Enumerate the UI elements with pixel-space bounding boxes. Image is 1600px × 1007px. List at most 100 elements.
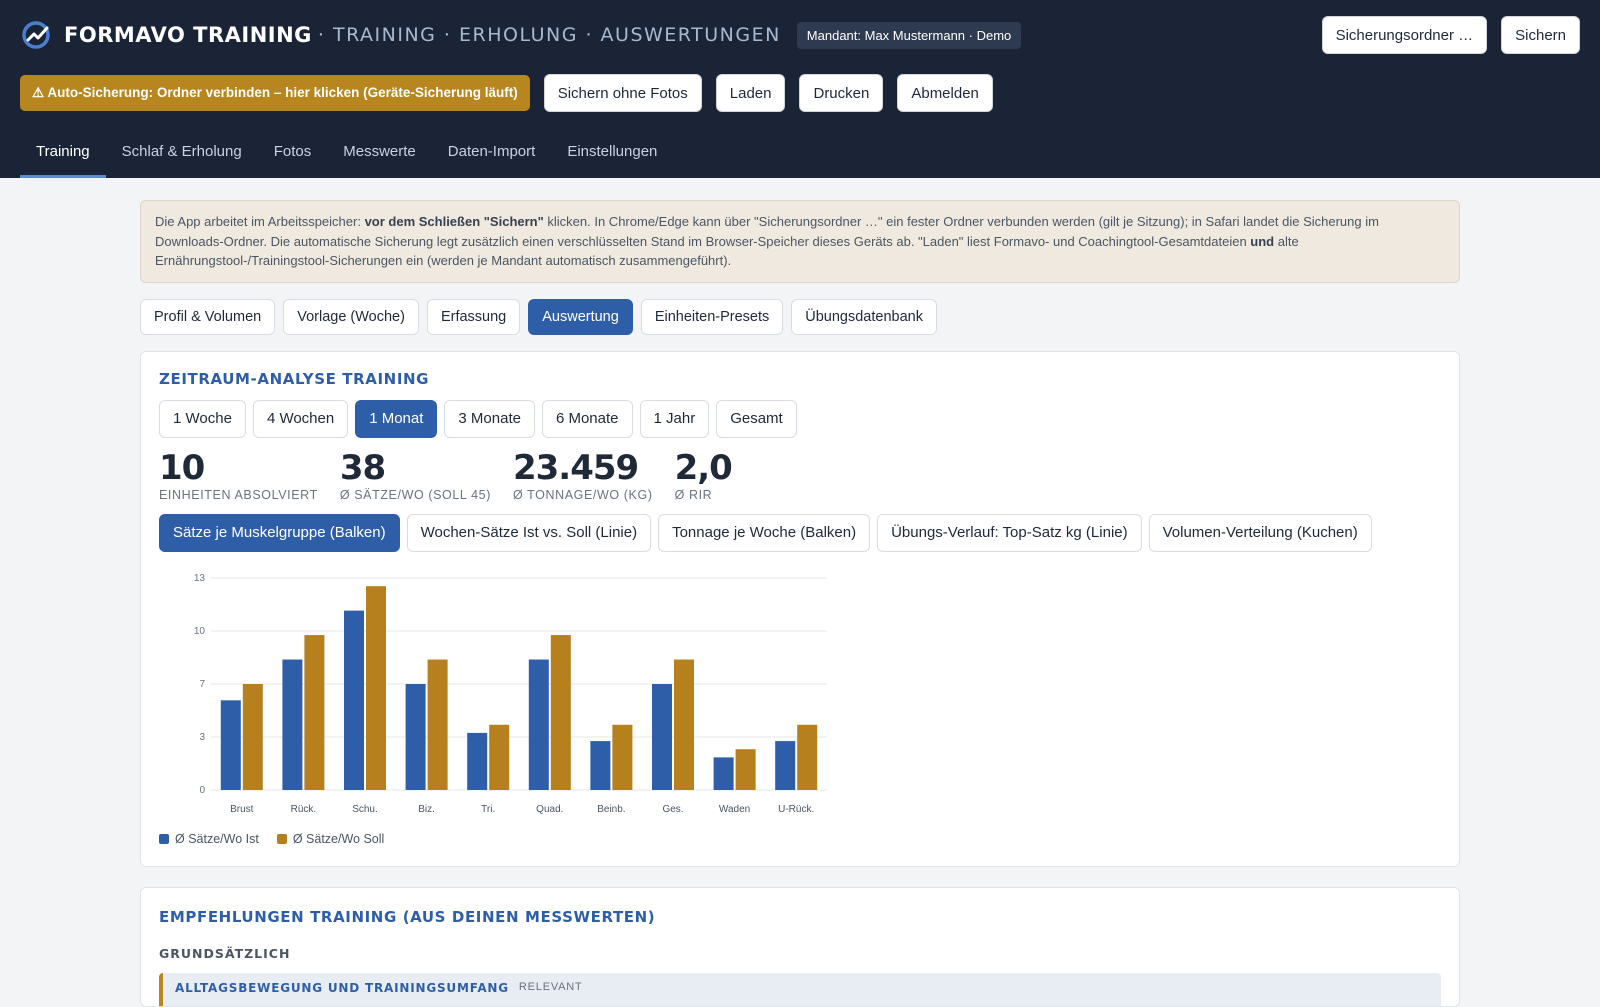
main-content: Die App arbeitet im Arbeitsspeicher: vor…: [140, 200, 1460, 1007]
tab-training[interactable]: Training: [20, 128, 106, 178]
kpi-label: Ø Sätze/Wo (Soll 45): [339, 487, 491, 502]
period-1-week[interactable]: 1 Woche: [159, 399, 246, 438]
y-tick-label: 3: [199, 732, 205, 743]
y-tick-label: 0: [199, 785, 205, 796]
recommendation-item[interactable]: Alltagsbewegung und Trainingsumfang Rele…: [159, 972, 1441, 1006]
chart-type-tabs: Sätze je Muskelgruppe (Balken) Wochen-Sä…: [159, 513, 1441, 552]
logout-button[interactable]: Abmelden: [897, 74, 993, 112]
bar-soll: [489, 724, 510, 790]
subtab-profile-volume[interactable]: Profil & Volumen: [140, 298, 276, 335]
save-button[interactable]: Sichern: [1501, 16, 1580, 54]
brand-subtitle: · TRAINING · ERHOLUNG · AUSWERTUNGEN: [317, 24, 781, 46]
bar-ist: [528, 659, 549, 790]
legend-item-ist: Ø Sätze/Wo Ist: [159, 832, 259, 846]
y-tick-label: 10: [194, 626, 206, 637]
bar-ist: [775, 740, 796, 790]
kpi-value: 10: [159, 447, 205, 488]
x-tick-label: Brust: [230, 804, 254, 815]
period-1-year[interactable]: 1 Jahr: [639, 399, 710, 438]
tab-photos[interactable]: Fotos: [258, 128, 328, 178]
y-tick-label: 13: [194, 573, 206, 584]
logo-icon: [22, 21, 50, 49]
chart-tab-tonnage[interactable]: Tonnage je Woche (Balken): [658, 513, 871, 552]
chart-legend: Ø Sätze/Wo Ist Ø Sätze/Wo Soll: [159, 832, 1441, 846]
subtab-template-week[interactable]: Vorlage (Woche): [283, 298, 419, 335]
x-tick-label: Schu.: [352, 804, 378, 815]
period-4-weeks[interactable]: 4 Wochen: [252, 399, 349, 438]
recommendations-section-heading: Grundsätzlich: [159, 945, 291, 961]
subtab-unit-presets[interactable]: Einheiten-Presets: [640, 298, 784, 335]
bar-soll: [797, 724, 818, 790]
bar-ist: [590, 740, 611, 790]
save-without-photos-button[interactable]: Sichern ohne Fotos: [543, 74, 702, 112]
bar-ist: [344, 610, 364, 790]
tab-measurements[interactable]: Messwerte: [327, 128, 432, 178]
period-1-month[interactable]: 1 Monat: [355, 399, 438, 438]
info-text-1: Die App arbeitet im Arbeitsspeicher:: [155, 214, 365, 229]
x-tick-label: Rück.: [291, 804, 317, 815]
bar-ist: [652, 683, 672, 790]
kpi-rir: 2,0 Ø RIR: [674, 448, 733, 502]
kpi-sets-per-week: 38 Ø Sätze/Wo (Soll 45): [340, 448, 491, 502]
training-sub-tabs: Profil & Volumen Vorlage (Woche) Erfassu…: [140, 298, 1460, 335]
subtab-entry[interactable]: Erfassung: [426, 298, 521, 335]
header-actions-right: Sicherungsordner … Sichern: [1321, 16, 1580, 54]
tab-settings[interactable]: Einstellungen: [551, 128, 673, 178]
backup-folder-button[interactable]: Sicherungsordner …: [1321, 16, 1488, 54]
bar-ist: [405, 683, 426, 790]
x-tick-label: Tri.: [481, 804, 495, 815]
bar-soll: [304, 634, 325, 790]
x-tick-label: Ges.: [662, 804, 683, 815]
header-action-row: ⚠ Auto-Sicherung: Ordner verbinden – hie…: [20, 74, 993, 112]
chart-tab-exercise-progress[interactable]: Übungs-Verlauf: Top-Satz kg (Linie): [877, 513, 1142, 552]
subtab-exercise-database[interactable]: Übungsdatenbank: [791, 298, 937, 335]
bar-ist: [713, 756, 734, 790]
kpi-row: 10 Einheiten absolviert 38 Ø Sätze/Wo (S…: [159, 448, 1441, 502]
bar-ist: [220, 699, 241, 790]
header-top-row: FORMAVO TRAINING · TRAINING · ERHOLUNG ·…: [20, 16, 1580, 54]
main-tabs: Training Schlaf & Erholung Fotos Messwer…: [20, 128, 673, 178]
bar-soll: [612, 724, 633, 790]
print-button[interactable]: Drucken: [799, 74, 884, 112]
app-header: FORMAVO TRAINING · TRAINING · ERHOLUNG ·…: [0, 0, 1600, 178]
sets-bar-chart: 0 3 7 10 13 Brust Rück. Schu. Biz. Tri. Quad. Beinb…: [159, 566, 839, 826]
x-tick-label: Waden: [719, 804, 750, 815]
bar-soll: [242, 683, 263, 790]
tenant-badge: Mandant: Max Mustermann · Demo: [796, 21, 1022, 49]
bar-soll: [427, 659, 448, 790]
chart-tab-sets-muscle[interactable]: Sätze je Muskelgruppe (Balken): [159, 513, 400, 552]
chart-tab-volume-pie[interactable]: Volumen-Verteilung (Kuchen): [1148, 513, 1372, 552]
kpi-value: 38: [339, 447, 386, 488]
tab-data-import[interactable]: Daten-Import: [432, 128, 552, 178]
bar-soll: [550, 634, 571, 790]
subtab-analysis[interactable]: Auswertung: [528, 298, 633, 335]
analysis-title: Zeitraum-Analyse Training: [159, 369, 430, 388]
analysis-card: Zeitraum-Analyse Training 1 Woche 4 Woch…: [140, 350, 1460, 867]
recommendations-card: Empfehlungen Training (aus deinen Messwe…: [140, 886, 1460, 1007]
auto-backup-warning-button[interactable]: ⚠ Auto-Sicherung: Ordner verbinden – hie…: [20, 75, 530, 111]
info-notice: Die App arbeitet im Arbeitsspeicher: vor…: [140, 200, 1460, 283]
info-bold-2: und: [1250, 233, 1275, 249]
legend-swatch-ist: [159, 833, 169, 844]
kpi-value: 23.459: [512, 447, 639, 488]
recommendations-title: Empfehlungen Training (aus deinen Messwe…: [159, 907, 656, 926]
legend-label-soll: Ø Sätze/Wo Soll: [292, 831, 385, 846]
kpi-label: Einheiten absolviert: [159, 487, 318, 502]
period-6-months[interactable]: 6 Monate: [541, 399, 633, 438]
kpi-sessions: 10 Einheiten absolviert: [159, 448, 318, 502]
bar-soll: [674, 659, 694, 790]
brand-title: FORMAVO TRAINING: [64, 23, 312, 47]
load-button[interactable]: Laden: [715, 74, 786, 112]
chart-tab-weekly-sets[interactable]: Wochen-Sätze Ist vs. Soll (Linie): [406, 513, 652, 552]
bar-chart-svg: 0 3 7 10 13 Brust Rück. Schu. Biz. Tri. Quad. Beinb…: [194, 573, 827, 815]
tab-sleep-recovery[interactable]: Schlaf & Erholung: [106, 128, 258, 178]
x-tick-label: Beinb.: [597, 804, 625, 815]
bar-soll: [735, 748, 756, 790]
period-total[interactable]: Gesamt: [716, 399, 797, 438]
kpi-label: Ø Tonnage/Wo (kg): [512, 487, 653, 502]
legend-item-soll: Ø Sätze/Wo Soll: [276, 831, 385, 846]
bar-ist: [467, 732, 488, 790]
period-3-months[interactable]: 3 Monate: [444, 399, 535, 438]
period-selector: 1 Woche 4 Wochen 1 Monat 3 Monate 6 Mona…: [159, 399, 1441, 438]
kpi-label: Ø RIR: [674, 487, 713, 502]
